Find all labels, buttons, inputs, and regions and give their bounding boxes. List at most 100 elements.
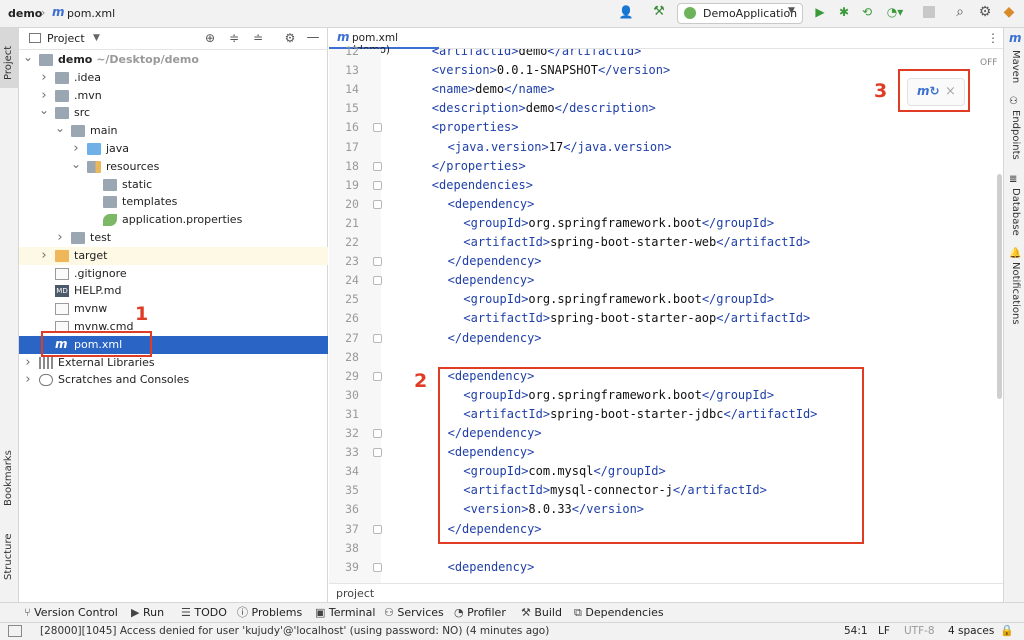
database-tool-label[interactable]: Database xyxy=(1010,188,1021,236)
tree-item-mvnw[interactable]: mvnw xyxy=(19,300,328,318)
chevron-right-icon[interactable]: › xyxy=(39,69,49,86)
tree-item-java[interactable]: › java xyxy=(19,140,328,158)
tool-tab-version-control[interactable]: ⑂ Version Control xyxy=(24,603,118,623)
tool-tab-build[interactable]: ⚒ Build xyxy=(521,603,562,623)
project-tool-tab[interactable]: Project xyxy=(0,28,19,88)
gear-icon[interactable]: ⚙ xyxy=(283,31,297,45)
tree-item-test[interactable]: › test xyxy=(19,229,328,247)
run-config-selector[interactable]: DemoApplication ▼ xyxy=(677,3,803,24)
chevron-right-icon[interactable]: › xyxy=(39,247,49,264)
file-encoding[interactable]: UTF-8 xyxy=(904,625,935,637)
bookmarks-tool-label[interactable]: Bookmarks xyxy=(3,450,14,506)
coverage-icon[interactable]: ⟲ xyxy=(859,5,875,19)
panel-toggle-icon[interactable] xyxy=(8,625,22,637)
maven-icon[interactable]: m xyxy=(1009,31,1022,45)
gear-icon[interactable]: ⚙ xyxy=(976,4,994,20)
code-line[interactable]: <name>demo</name> xyxy=(432,80,555,99)
project-name[interactable]: demo xyxy=(8,7,42,20)
tree-item-templates[interactable]: templates xyxy=(19,193,328,211)
tree-item-target[interactable]: › target xyxy=(19,246,328,265)
code-line[interactable]: <dependency> xyxy=(448,558,535,577)
code-line[interactable]: </dependency> xyxy=(448,329,542,348)
code-line[interactable]: <artifactId>spring-boot-starter-aop</art… xyxy=(463,309,810,328)
current-file-name[interactable]: pom.xml xyxy=(67,7,115,20)
code-line[interactable]: </properties> xyxy=(432,157,526,176)
code-line[interactable]: <groupId>org.springframework.boot</group… xyxy=(463,290,774,309)
search-icon[interactable]: ⌕ xyxy=(951,4,969,20)
chevron-down-icon[interactable]: ⌄ xyxy=(39,104,49,116)
tree-item-demo[interactable]: ⌄ demo ~/Desktop/demo xyxy=(19,51,328,69)
code-line[interactable]: <java.version>17</java.version> xyxy=(448,138,672,157)
code-line[interactable]: <dependencies> xyxy=(432,176,533,195)
xml-tag: <groupId> xyxy=(463,215,529,230)
project-tree: ⌄ demo ~/Desktop/demo › .idea › .mvn ⌄ src ⌄ main… xyxy=(19,51,328,411)
line-separator[interactable]: LF xyxy=(878,625,890,637)
tree-item-gitignore[interactable]: .gitignore xyxy=(19,265,328,283)
tree-item-help-md[interactable]: MD HELP.md xyxy=(19,282,328,300)
caret-position[interactable]: 54:1 xyxy=(844,625,868,637)
endpoints-icon[interactable]: ⚇ xyxy=(1009,96,1018,107)
debug-icon[interactable]: ✱ xyxy=(836,5,852,19)
profile-icon[interactable]: ◔▾ xyxy=(883,5,907,19)
tree-item-scratches-and-consoles[interactable]: › Scratches and Consoles xyxy=(19,371,328,389)
tool-tab-run[interactable]: ▶ Run xyxy=(131,603,164,623)
tool-tab-terminal[interactable]: ▣ Terminal xyxy=(315,603,375,623)
hammer-icon[interactable]: ⚒ xyxy=(650,4,668,19)
breadcrumb-project[interactable]: project xyxy=(336,587,374,600)
maven-tool-label[interactable]: Maven xyxy=(1010,50,1021,83)
tree-item-main[interactable]: ⌄ main xyxy=(19,122,328,140)
run-icon[interactable]: ▶ xyxy=(812,5,828,19)
chevron-right-icon[interactable]: › xyxy=(55,229,65,246)
chevron-down-icon[interactable]: ⌄ xyxy=(23,51,33,63)
tree-item-application-properties[interactable]: application.properties xyxy=(19,211,328,229)
code-line[interactable]: <groupId>org.springframework.boot</group… xyxy=(463,214,774,233)
lock-icon[interactable]: 🔒 xyxy=(1000,624,1014,637)
vertical-scrollbar[interactable] xyxy=(997,174,1002,399)
code-line[interactable]: <dependency> xyxy=(448,271,535,290)
minimize-icon[interactable]: — xyxy=(306,30,320,45)
locate-icon[interactable]: ⊕ xyxy=(203,31,217,45)
code-line[interactable]: <artifactId>spring-boot-starter-web</art… xyxy=(463,233,810,252)
tool-tab-profiler[interactable]: ◔ Profiler xyxy=(454,603,506,623)
code-line[interactable]: <version>0.0.1-SNAPSHOT</version> xyxy=(432,61,670,80)
endpoints-tool-label[interactable]: Endpoints xyxy=(1010,110,1021,160)
code-line[interactable]: <artifactId>demo</artifactId> xyxy=(432,49,642,61)
chevron-down-icon[interactable]: ⌄ xyxy=(71,158,81,170)
code-line[interactable]: </dependency> xyxy=(448,252,542,271)
bell-icon[interactable]: 🔔 xyxy=(1009,248,1021,259)
tool-tab-services[interactable]: ⚇ Services xyxy=(384,603,444,623)
tree-item-mvn[interactable]: › .mvn xyxy=(19,87,328,105)
chevron-right-icon[interactable]: › xyxy=(39,87,49,104)
status-message[interactable]: [28000][1045] Access denied for user 'ku… xyxy=(40,625,549,637)
database-icon[interactable]: ≣ xyxy=(1009,174,1017,185)
chevron-down-icon[interactable]: ⌄ xyxy=(55,122,65,134)
tree-item-label: static xyxy=(122,177,153,191)
indent-setting[interactable]: 4 spaces xyxy=(948,625,994,637)
tree-item-path: ~/Desktop/demo xyxy=(92,53,199,66)
notifications-tool-label[interactable]: Notifications xyxy=(1010,262,1021,325)
stop-icon[interactable] xyxy=(923,6,935,18)
line-number: 33 xyxy=(345,445,359,460)
collapse-all-icon[interactable]: ≐ xyxy=(251,31,265,45)
tree-item-idea[interactable]: › .idea xyxy=(19,69,328,87)
code-line[interactable]: <dependency> xyxy=(448,195,535,214)
code-line[interactable]: <properties> xyxy=(432,118,519,137)
user-icon[interactable]: 👤 xyxy=(614,5,638,19)
chevron-right-icon[interactable]: › xyxy=(23,371,33,388)
tool-tab-dependencies[interactable]: ⧉ Dependencies xyxy=(574,603,664,623)
chevron-right-icon[interactable]: › xyxy=(23,354,33,371)
more-options-icon[interactable]: ⋮ xyxy=(987,31,999,45)
expand-all-icon[interactable]: ≑ xyxy=(227,31,241,45)
jetbrains-logo-icon[interactable]: ◆ xyxy=(1000,4,1018,20)
tree-item-resources[interactable]: ⌄ resources xyxy=(19,158,328,176)
tool-tab-problems[interactable]: ⓘ Problems xyxy=(237,603,302,623)
chevron-right-icon[interactable]: › xyxy=(71,140,81,157)
code-line[interactable]: <description>demo</description> xyxy=(432,99,656,118)
tool-tab-todo[interactable]: ☰ TODO xyxy=(181,603,227,623)
project-panel-title[interactable]: Project xyxy=(47,32,85,45)
tree-item-static[interactable]: static xyxy=(19,176,328,194)
project-panel-header: Project ▼ ⊕ ≑ ≐ ⚙ — xyxy=(19,28,328,50)
tree-item-src[interactable]: ⌄ src xyxy=(19,104,328,122)
chevron-down-icon[interactable]: ▼ xyxy=(93,33,100,43)
structure-tool-label[interactable]: Structure xyxy=(3,533,14,580)
